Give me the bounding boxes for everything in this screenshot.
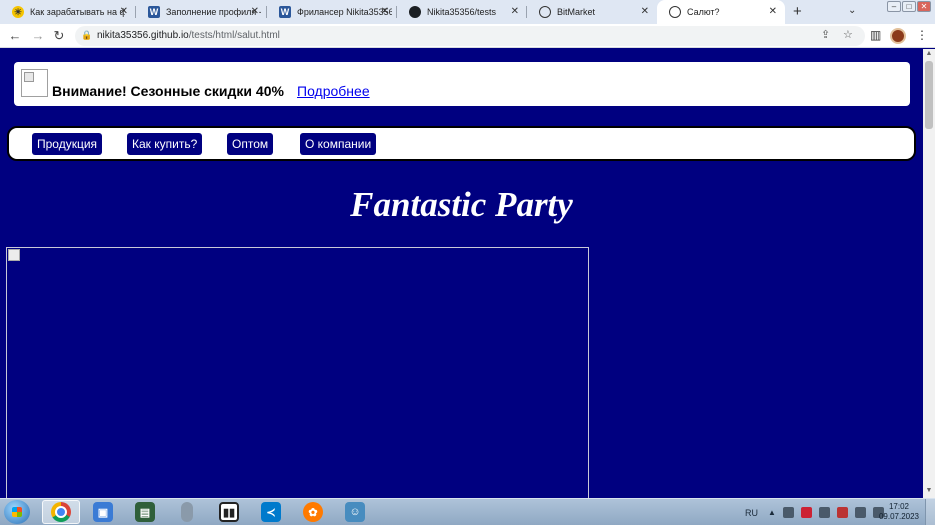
antivirus-icon[interactable] [836, 507, 848, 518]
xampp-icon: ▣ [93, 502, 113, 522]
godot-icon: ☺ [345, 502, 365, 522]
taskbar-monitor[interactable]: ▤ [126, 500, 164, 524]
broken-image-icon [8, 249, 20, 261]
page-title: Fantastic Party [350, 185, 573, 224]
window-controls: – □ ✕ [887, 1, 931, 12]
broken-image-icon [21, 69, 48, 97]
tab-salut[interactable]: Салют? ✕ [657, 0, 785, 24]
fl-studio-icon: ✿ [303, 502, 323, 522]
chrome-icon [51, 502, 71, 522]
yellow-sun-icon: ☀ [12, 6, 24, 18]
avatar[interactable] [890, 28, 906, 44]
monitor-icon: ▤ [135, 502, 155, 522]
show-desktop-button[interactable] [925, 499, 935, 525]
taskbar-godot[interactable]: ☺ [336, 500, 374, 524]
web-page: Внимание! Сезонные скидки 40% Подробнее … [0, 49, 923, 498]
clock-time: 17:02 [888, 502, 910, 511]
language-indicator[interactable]: RU [745, 508, 758, 518]
speaker-icon[interactable] [854, 507, 866, 518]
taskbar-vscode[interactable]: ≺ [252, 500, 290, 524]
menu-icon[interactable]: ⋮ [916, 28, 928, 42]
taskbar-xampp[interactable]: ▣ [84, 500, 122, 524]
more-link[interactable]: Подробнее [297, 83, 370, 99]
close-icon[interactable]: ✕ [511, 6, 519, 17]
taskbar-fl-studio[interactable]: ✿ [294, 500, 332, 524]
site-nav: Продукция Как купить? Оптом О компании [7, 126, 916, 161]
minimize-button[interactable]: – [887, 1, 901, 12]
reload-button[interactable]: ↻ [50, 27, 68, 45]
nav-about[interactable]: О компании [300, 133, 377, 155]
close-icon[interactable]: ✕ [120, 6, 128, 17]
system-tray: RU ▲ [745, 499, 884, 525]
nav-wholesale[interactable]: Оптом [227, 133, 274, 155]
close-icon[interactable]: ✕ [381, 6, 389, 17]
taskbar-mouse[interactable] [168, 500, 206, 524]
tab-freelance[interactable]: ☀ Как зарабатывать на фриланс ✕ [0, 0, 136, 24]
close-icon[interactable]: ✕ [769, 6, 777, 17]
close-window-button[interactable]: ✕ [917, 1, 931, 12]
close-icon[interactable]: ✕ [641, 6, 649, 17]
address-bar[interactable]: 🔒 nikita35356.github.io/tests/html/salut… [75, 26, 865, 46]
screen: ☀ Как зарабатывать на фриланс ✕ W Заполн… [0, 0, 935, 525]
scroll-thumb[interactable] [925, 61, 933, 129]
nav-products[interactable]: Продукция [32, 133, 103, 155]
network-icon[interactable] [782, 507, 794, 518]
chevron-down-icon[interactable]: ⌄ [848, 5, 856, 16]
tab-freelancer[interactable]: W Фрилансер Nikita35356 ✕ [267, 0, 397, 24]
maximize-button[interactable]: □ [902, 1, 916, 12]
printer-icon[interactable] [818, 507, 830, 518]
security-icon[interactable] [800, 507, 812, 518]
vscode-icon: ≺ [261, 502, 281, 522]
new-tab-button[interactable]: + [793, 3, 802, 20]
forward-button[interactable]: → [29, 27, 47, 45]
scroll-up-icon[interactable]: ▲ [923, 50, 935, 57]
word-icon: W [148, 6, 160, 18]
clock[interactable]: 17:02 09.07.2023 [877, 502, 921, 522]
back-button[interactable]: ← [6, 27, 24, 45]
github-icon [409, 6, 421, 18]
clock-date: 09.07.2023 [878, 512, 920, 521]
taskbar: ▣ ▤ ▮▮ ≺ ✿ ☺ RU ▲ 17:02 09.07.2023 [0, 498, 935, 525]
word-icon: W [279, 6, 291, 18]
browser-toolbar: ← → ↻ 🔒 nikita35356.github.io/tests/html… [0, 24, 935, 48]
bookmark-star-icon[interactable]: ☆ [843, 28, 853, 41]
taskbar-robot[interactable]: ▮▮ [210, 500, 248, 524]
robot-icon: ▮▮ [219, 502, 239, 522]
url-text[interactable]: nikita35356.github.io/tests/html/salut.h… [97, 30, 280, 41]
share-icon[interactable]: ⇪ [821, 28, 830, 41]
nav-how-to-buy[interactable]: Как купить? [127, 133, 203, 155]
tab-github[interactable]: Nikita35356/tests ✕ [397, 0, 527, 24]
tab-word-profile[interactable]: W Заполнение профиля - Word ✕ [136, 0, 267, 24]
side-panel-icon[interactable]: ▥ [870, 28, 881, 42]
taskbar-chrome[interactable] [42, 500, 80, 524]
tab-strip: ☀ Как зарабатывать на фриланс ✕ W Заполн… [0, 0, 935, 24]
promo-text: Внимание! Сезонные скидки 40% [52, 83, 284, 99]
tab-bitmarket[interactable]: BitMarket ✕ [527, 0, 657, 24]
mouse-icon [181, 502, 193, 522]
close-icon[interactable]: ✕ [251, 6, 259, 17]
lock-icon: 🔒 [81, 30, 93, 40]
vertical-scrollbar[interactable]: ▲ ▼ [923, 49, 935, 498]
promo-banner: Внимание! Сезонные скидки 40% Подробнее [14, 62, 910, 106]
globe-icon [669, 6, 681, 18]
hero-image-placeholder [6, 247, 589, 498]
scroll-down-icon[interactable]: ▼ [923, 487, 935, 494]
globe-icon [539, 6, 551, 18]
tray-expand-icon[interactable]: ▲ [768, 508, 776, 517]
start-button[interactable] [4, 500, 30, 524]
